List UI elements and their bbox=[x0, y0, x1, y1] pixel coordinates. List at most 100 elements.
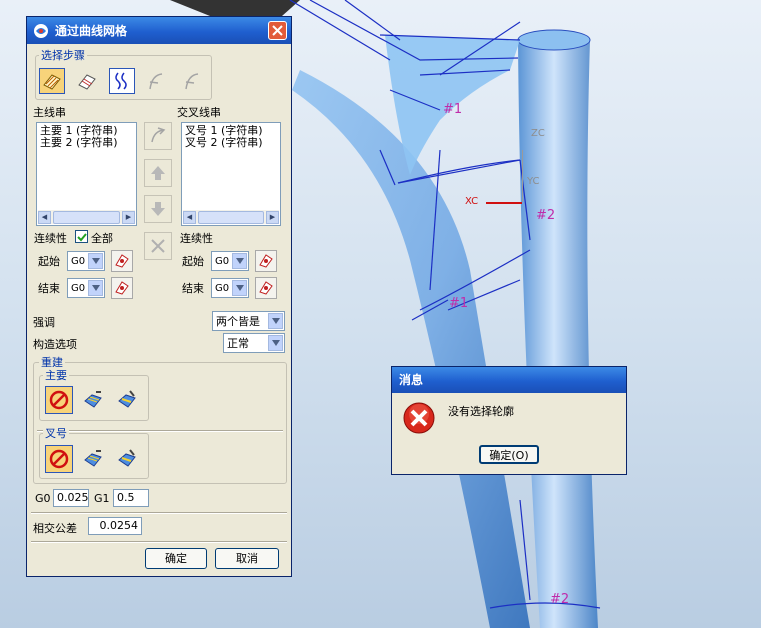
rebuild-primary-title: 主要 bbox=[43, 367, 69, 383]
primary-list-scrollbar[interactable]: ◀ ▶ bbox=[38, 210, 135, 224]
spine-curves-icon bbox=[115, 72, 127, 90]
face-pick-icon bbox=[259, 254, 273, 268]
axis-label-zc: ZC bbox=[531, 128, 545, 139]
curve-grey-icon bbox=[149, 73, 163, 90]
through-curve-mesh-dialog[interactable]: 通过曲线网格 选择步骤 主线串 主要 1 (字符串) 主要 2 (字符串) ◀ … bbox=[26, 16, 292, 577]
undo-selection-button[interactable] bbox=[144, 122, 172, 150]
cross-strings-icon bbox=[78, 74, 96, 90]
dialog-titlebar[interactable]: 通过曲线网格 bbox=[27, 17, 291, 44]
tube-end-ellipse bbox=[517, 29, 591, 51]
message-dialog[interactable]: 消息 没有选择轮廓 确定(O) bbox=[391, 366, 627, 475]
chevron-down-icon[interactable] bbox=[268, 313, 283, 329]
list-item[interactable]: 叉号 2 (字符串) bbox=[182, 137, 280, 149]
x-axis-line bbox=[486, 202, 522, 204]
move-up-button[interactable] bbox=[144, 159, 172, 187]
rebuild-cross-none-button[interactable] bbox=[45, 445, 73, 473]
cross-strings-title: 交叉线串 bbox=[177, 106, 221, 119]
curve-grey-alt-icon bbox=[185, 73, 199, 90]
cross-end-label: 结束 bbox=[182, 282, 204, 295]
close-icon bbox=[272, 25, 283, 36]
all-label: 全部 bbox=[91, 232, 113, 245]
primary-strings-icon bbox=[43, 74, 61, 90]
cross-start-pick-button[interactable] bbox=[255, 250, 277, 272]
list-item[interactable]: 主要 2 (字符串) bbox=[37, 137, 136, 149]
arrow-down-icon bbox=[151, 202, 165, 216]
cross-strings-list[interactable]: 叉号 1 (字符串) 叉号 2 (字符串) ◀ ▶ bbox=[181, 122, 281, 226]
scroll-thumb[interactable] bbox=[198, 210, 264, 224]
g0-input[interactable]: 0.025 bbox=[53, 489, 89, 507]
app-icon bbox=[34, 23, 48, 38]
cross-continuity-label: 连续性 bbox=[180, 232, 213, 245]
rebuild-grid-icon bbox=[84, 391, 102, 408]
arrow-up-icon bbox=[151, 166, 165, 180]
scroll-right-icon[interactable]: ▶ bbox=[266, 210, 279, 224]
no-rebuild-icon bbox=[49, 390, 69, 410]
step-cross-button[interactable] bbox=[74, 68, 100, 94]
move-down-button[interactable] bbox=[144, 195, 172, 223]
cross-end-pick-button[interactable] bbox=[255, 277, 277, 299]
vertical-tube[interactable] bbox=[518, 40, 598, 628]
dark-object bbox=[170, 0, 300, 16]
construct-select[interactable]: 正常 bbox=[223, 333, 285, 353]
rebuild-primary-best-fit-button[interactable] bbox=[113, 386, 141, 414]
rebuild-primary-degree-button[interactable] bbox=[79, 386, 107, 414]
rebuild-cross-best-fit-button[interactable] bbox=[113, 445, 141, 473]
scroll-left-icon[interactable]: ◀ bbox=[183, 210, 196, 224]
primary-end-select[interactable]: G0 bbox=[67, 278, 105, 298]
rebuild-separator bbox=[37, 430, 283, 432]
message-titlebar[interactable]: 消息 bbox=[392, 367, 626, 393]
curve-label-2b: #2 bbox=[550, 592, 570, 607]
all-checkbox[interactable] bbox=[75, 230, 88, 243]
step-disabled-1-button[interactable] bbox=[143, 68, 169, 94]
chevron-down-icon[interactable] bbox=[268, 335, 283, 351]
curve-label-1b: #1 bbox=[449, 296, 469, 311]
rebuild-primary-none-button[interactable] bbox=[45, 386, 73, 414]
face-pick-icon bbox=[259, 281, 273, 295]
cross-list-scrollbar[interactable]: ◀ ▶ bbox=[183, 210, 279, 224]
cancel-button[interactable]: 取消 bbox=[215, 548, 279, 569]
scroll-thumb[interactable] bbox=[53, 210, 120, 224]
face-pick-icon bbox=[115, 254, 129, 268]
construct-label: 构造选项 bbox=[33, 338, 77, 351]
cross-start-select[interactable]: G0 bbox=[211, 251, 249, 271]
check-icon bbox=[76, 232, 87, 241]
selection-steps-title: 选择步骤 bbox=[39, 47, 87, 63]
primary-end-pick-button[interactable] bbox=[111, 277, 133, 299]
primary-start-select[interactable]: G0 bbox=[67, 251, 105, 271]
g1-input[interactable]: 0.5 bbox=[113, 489, 149, 507]
step-disabled-2-button[interactable] bbox=[178, 68, 204, 94]
rebuild-cross-degree-button[interactable] bbox=[79, 445, 107, 473]
chevron-down-icon[interactable] bbox=[232, 280, 247, 296]
chevron-down-icon[interactable] bbox=[232, 253, 247, 269]
message-ok-button[interactable]: 确定(O) bbox=[479, 445, 539, 464]
primary-start-pick-button[interactable] bbox=[111, 250, 133, 272]
primary-end-label: 结束 bbox=[38, 282, 60, 295]
error-icon bbox=[403, 402, 435, 434]
y-axis-line bbox=[522, 150, 523, 202]
delete-x-icon bbox=[151, 239, 165, 253]
emphasis-select[interactable]: 两个皆是 bbox=[212, 311, 285, 331]
face-pick-icon bbox=[115, 281, 129, 295]
primary-continuity-label: 连续性 bbox=[34, 232, 67, 245]
g0-label: G0 bbox=[35, 492, 51, 505]
chevron-down-icon[interactable] bbox=[88, 253, 103, 269]
remove-button[interactable] bbox=[144, 232, 172, 260]
rebuild-fit-icon bbox=[118, 449, 136, 467]
step-spine-button[interactable] bbox=[109, 68, 135, 94]
message-text: 没有选择轮廓 bbox=[448, 405, 514, 418]
chevron-down-icon[interactable] bbox=[88, 280, 103, 296]
no-rebuild-icon bbox=[49, 449, 69, 469]
scroll-left-icon[interactable]: ◀ bbox=[38, 210, 51, 224]
tolerance-separator bbox=[31, 512, 287, 514]
curve-label-2: #2 bbox=[536, 208, 556, 223]
primary-strings-list[interactable]: 主要 1 (字符串) 主要 2 (字符串) ◀ ▶ bbox=[36, 122, 137, 226]
cross-end-select[interactable]: G0 bbox=[211, 278, 249, 298]
rebuild-cross-title: 叉号 bbox=[43, 425, 69, 441]
step-primary-button[interactable] bbox=[39, 68, 65, 94]
rebuild-fit-icon bbox=[118, 390, 136, 408]
axis-label-xc: XC bbox=[465, 196, 479, 207]
ok-button[interactable]: 确定 bbox=[145, 548, 207, 569]
scroll-right-icon[interactable]: ▶ bbox=[122, 210, 135, 224]
intersection-tolerance-input[interactable]: 0.0254 bbox=[88, 517, 142, 535]
close-button[interactable] bbox=[268, 21, 287, 40]
